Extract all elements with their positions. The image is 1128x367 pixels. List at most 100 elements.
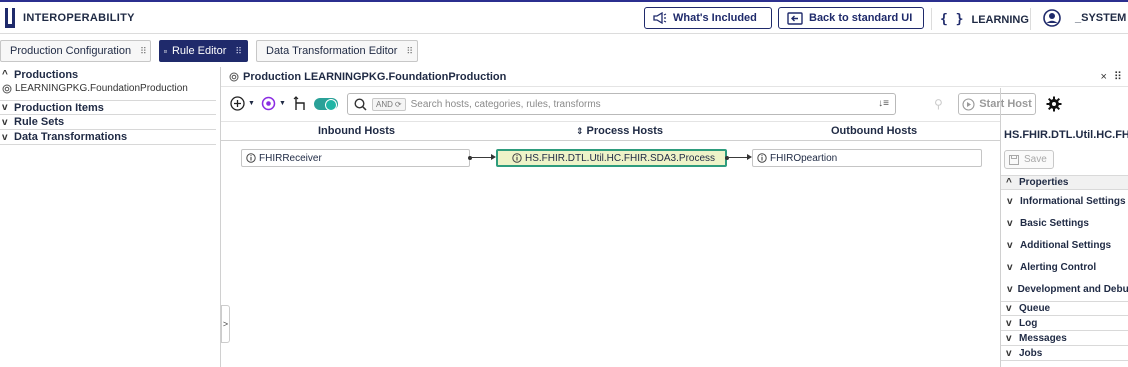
sort-updown-icon: ⇕ (576, 125, 584, 136)
production-header: Production LEARNINGPKG.FoundationProduct… (221, 67, 1128, 87)
tab-rule-editor[interactable]: Rule Editor ⠿ (159, 40, 248, 62)
section-alerting-control[interactable]: v Alerting Control (1001, 256, 1128, 278)
host-name: FHIROpeartion (770, 152, 838, 164)
section-label: Informational Settings (1020, 195, 1126, 207)
and-toggle[interactable]: AND ⟳ (372, 97, 406, 111)
user-name: _SYSTEM (1075, 12, 1127, 24)
intersystems-logo (5, 8, 15, 28)
chevron-down-icon: v (2, 116, 8, 128)
chevron-down-icon: v (1007, 261, 1013, 273)
chevron-down-icon: v (1007, 239, 1013, 251)
drag-handle-icon[interactable]: ⠿ (235, 46, 242, 57)
selected-host-title: HS.FHIR.DTL.Util.HC.FHIR. (1004, 129, 1128, 141)
production-icon (2, 84, 12, 93)
caret-down-icon[interactable]: ▼ (279, 100, 286, 107)
tree-sub-label: LEARNINGPKG.FoundationProduction (15, 83, 188, 94)
namespace-label: LEARNING (971, 13, 1029, 26)
divider (931, 8, 932, 30)
section-messages[interactable]: v Messages (1001, 331, 1128, 346)
section-properties[interactable]: ^ Properties (1001, 175, 1128, 190)
tree-production-item[interactable]: LEARNINGPKG.FoundationProduction (2, 83, 188, 94)
section-label: Log (1019, 317, 1038, 329)
section-label: Queue (1019, 303, 1051, 314)
chevron-down-icon: v (1007, 217, 1013, 229)
drag-handle-icon[interactable]: ⠿ (406, 46, 413, 57)
connector-line (727, 157, 748, 158)
user-menu[interactable]: _SYSTEM (1043, 9, 1126, 27)
chevron-down-icon: v (1007, 283, 1013, 295)
search-input[interactable] (410, 98, 895, 110)
process-host-card[interactable]: HS.FHIR.DTL.Util.HC.FHIR.SDA3.Process (496, 149, 727, 167)
section-label: Additional Settings (1020, 239, 1112, 251)
tab-label: Production Configuration (10, 45, 132, 57)
connections-toggle[interactable] (313, 97, 338, 111)
save-disk-icon (1009, 154, 1019, 165)
chevron-down-icon: v (2, 102, 8, 113)
left-tree-panel: ^ Productions LEARNINGPKG.FoundationProd… (0, 67, 221, 367)
section-label: Basic Settings (1020, 217, 1089, 229)
tab-label: Data Transformation Editor (266, 45, 398, 57)
target-filter-icon[interactable] (261, 96, 276, 111)
search-bar: AND ⟳ ↓≡ (347, 93, 896, 115)
process-hosts-header[interactable]: ⇕ Process Hosts (576, 125, 663, 137)
section-label: Messages (1019, 332, 1067, 344)
tree-label: Productions (14, 68, 79, 81)
section-log[interactable]: v Log (1001, 316, 1128, 331)
caret-down-icon[interactable]: ▼ (248, 100, 255, 107)
pin-icon[interactable]: ⚲ (934, 97, 943, 111)
host-name: FHIRReceiver (259, 152, 322, 164)
sort-icon[interactable]: ↓≡ (878, 98, 889, 109)
chevron-down-icon: v (1006, 317, 1012, 329)
megaphone-icon (653, 12, 667, 24)
tree-productions[interactable]: ^ Productions (0, 67, 216, 82)
chevron-down-icon: v (1006, 347, 1012, 359)
back-to-standard-ui-label: Back to standard UI (809, 12, 913, 24)
braces-icon: { } (940, 12, 964, 27)
tree-label: Production Items (14, 101, 104, 114)
chevron-down-icon: v (1006, 303, 1012, 314)
host-column-headers: Inbound Hosts ⇕ Process Hosts Outbound H… (221, 121, 1000, 141)
tab-label: Rule Editor (171, 45, 227, 57)
tree-data-transformations[interactable]: v Data Transformations (0, 130, 216, 145)
drag-handle-icon[interactable]: ⠿ (140, 46, 147, 57)
tree-rule-sets[interactable]: v Rule Sets (0, 115, 216, 130)
production-icon (229, 72, 239, 82)
outbound-host-card[interactable]: FHIROpeartion (752, 149, 982, 167)
whats-included-label: What's Included (673, 12, 757, 24)
connections-icon[interactable] (293, 96, 307, 111)
section-label: Properties (1019, 177, 1069, 188)
tab-production-configuration[interactable]: Production Configuration ⠿ (0, 40, 151, 62)
search-icon (354, 97, 367, 111)
info-circle-icon (757, 153, 767, 163)
info-circle-icon (512, 153, 522, 163)
connector-line (470, 157, 491, 158)
chevron-down-icon: v (1007, 195, 1013, 207)
outbound-hosts-header: Outbound Hosts (831, 125, 918, 137)
close-production-button[interactable]: × ⠿ (1100, 70, 1124, 83)
section-additional-settings[interactable]: v Additional Settings (1001, 234, 1128, 256)
chevron-up-icon: ^ (2, 69, 8, 80)
section-basic-settings[interactable]: v Basic Settings (1001, 212, 1128, 234)
refresh-icon: ⟳ (394, 99, 402, 109)
namespace-switcher[interactable]: { } LEARNING (940, 12, 1029, 27)
production-toolbar: ▼ ▼ AND ⟳ ↓≡ ⚲ Start Host (221, 88, 1062, 120)
section-development-debugging[interactable]: v Development and Debugging (1001, 278, 1128, 300)
back-window-icon (787, 11, 803, 25)
back-to-standard-ui-button[interactable]: Back to standard UI (778, 7, 924, 29)
tree-production-items[interactable]: v Production Items (0, 100, 216, 115)
tab-data-transformation-editor[interactable]: T Data Transformation Editor ⠿ (256, 40, 418, 62)
section-jobs[interactable]: v Jobs (1001, 346, 1128, 361)
section-informational-settings[interactable]: v Informational Settings (1001, 190, 1128, 212)
save-button[interactable]: Save (1004, 150, 1054, 169)
production-diagram: FHIRReceiver HS.FHIR.DTL.Util.HC.FHIR.SD… (221, 141, 1000, 367)
process-hosts-label: Process Hosts (586, 125, 663, 137)
host-name: HS.FHIR.DTL.Util.HC.FHIR.SDA3.Process (525, 152, 716, 164)
section-label: Jobs (1019, 347, 1043, 359)
inbound-hosts-header: Inbound Hosts (318, 125, 395, 137)
section-label: Development and Debugging (1017, 283, 1128, 295)
whats-included-button[interactable]: What's Included (644, 7, 772, 29)
section-queue[interactable]: v Queue (1001, 301, 1128, 316)
add-circle-icon[interactable] (230, 96, 245, 111)
user-avatar-icon (1043, 9, 1061, 27)
inbound-host-card[interactable]: FHIRReceiver (241, 149, 470, 167)
